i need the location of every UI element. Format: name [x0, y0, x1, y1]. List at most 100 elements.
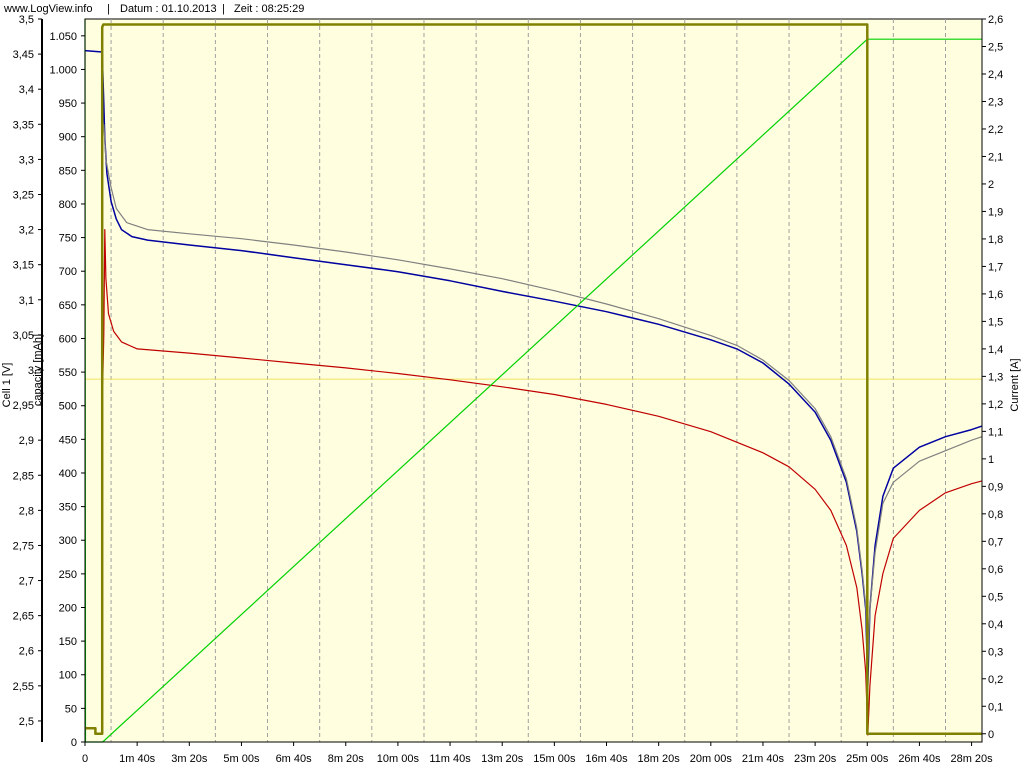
- x-tick-label: 6m 40s: [276, 753, 313, 765]
- right-current-tick-label: 0,4: [988, 619, 1003, 631]
- left-capacity-tick-label: 300: [59, 535, 77, 547]
- left-voltage-tick-label: 2,5: [19, 716, 34, 728]
- right-current-tick-label: 0,7: [988, 536, 1003, 548]
- x-tick-label: 23m 20s: [794, 753, 837, 765]
- right-current-tick-label: 1,3: [988, 371, 1003, 383]
- right-current-tick-label: 1,7: [988, 261, 1003, 273]
- right-current-tick-label: 0,2: [988, 674, 1003, 686]
- chart-header: www.LogView.info | Datum : 01.10.2013 | …: [3, 3, 304, 15]
- header-time: Zeit : 08:25:29: [234, 3, 304, 15]
- x-tick-label: 21m 40s: [742, 753, 785, 765]
- x-tick-label: 5m 00s: [223, 753, 260, 765]
- left-capacity-tick-label: 50: [65, 703, 77, 715]
- left-capacity-tick-label: 100: [59, 670, 77, 682]
- left-capacity-tick-label: 950: [59, 98, 77, 110]
- left-voltage-tick-label: 3,5: [19, 14, 34, 26]
- left-capacity-tick-label: 700: [59, 266, 77, 278]
- x-tick-label: 20m 00s: [690, 753, 733, 765]
- left-voltage-tick-label: 2,95: [13, 400, 34, 412]
- x-tick-label: 11m 40s: [429, 753, 471, 765]
- left-voltage-tick-label: 2,9: [19, 435, 34, 447]
- left-capacity-tick-label: 500: [59, 401, 77, 413]
- right-current-axis-title: Current [A]: [1009, 358, 1021, 411]
- right-current-tick-label: 2,3: [988, 96, 1003, 108]
- left-capacity-tick-label: 350: [59, 502, 77, 514]
- plot-area: [84, 18, 983, 743]
- right-current-tick-label: 1,6: [988, 289, 1003, 301]
- right-current-tick-label: 2,4: [988, 69, 1003, 81]
- left-voltage-tick-label: 2,6: [19, 646, 34, 658]
- header-separator-2: |: [222, 3, 225, 15]
- x-tick-label: 13m 20s: [481, 753, 524, 765]
- x-tick-label: 18m 20s: [638, 753, 681, 765]
- left-voltage-tick-label: 3,1: [19, 295, 34, 307]
- left-voltage-tick-label: 2,65: [13, 611, 34, 623]
- left-voltage-tick-label: 2,7: [19, 576, 34, 588]
- right-current-tick-label: 0,5: [988, 591, 1003, 603]
- left-voltage-tick-label: 3,2: [19, 225, 34, 237]
- left-capacity-tick-label: 450: [59, 434, 77, 446]
- left-voltage-tick-label: 3,05: [13, 330, 34, 342]
- left-capacity-tick-label: 150: [59, 636, 77, 648]
- left-capacity-tick-label: 400: [59, 468, 77, 480]
- x-tick-label: 3m 20s: [171, 753, 208, 765]
- left-capacity-tick-label: 850: [59, 165, 77, 177]
- right-current-tick-label: 0: [988, 729, 994, 741]
- left-capacity-tick-label: 200: [59, 602, 77, 614]
- logview-chart: www.LogView.info | Datum : 01.10.2013 | …: [0, 0, 1024, 768]
- left-capacity-tick-label: 650: [59, 300, 77, 312]
- x-tick-label: 26m 40s: [898, 753, 941, 765]
- x-tick-label: 8m 20s: [328, 753, 365, 765]
- x-tick-label: 10m 00s: [377, 753, 420, 765]
- left-voltage-tick-label: 3,25: [13, 189, 34, 201]
- left-voltage-tick-label: 2,55: [13, 681, 34, 693]
- right-current-tick-label: 1,5: [988, 316, 1003, 328]
- left-capacity-tick-label: 1.050: [49, 31, 77, 43]
- header-date: Datum : 01.10.2013: [120, 3, 217, 15]
- right-current-tick-label: 0,1: [988, 701, 1003, 713]
- right-current-tick-label: 2: [988, 179, 994, 191]
- left-voltage-tick-label: 3,45: [13, 49, 34, 61]
- x-tick-label: 15m 00s: [533, 753, 576, 765]
- chart-canvas: www.LogView.info | Datum : 01.10.2013 | …: [1, 3, 1021, 765]
- left-voltage-tick-label: 3,35: [13, 119, 34, 131]
- left-capacity-tick-label: 250: [59, 569, 77, 581]
- right-current-tick-label: 0,3: [988, 646, 1003, 658]
- header-separator-1: |: [107, 3, 110, 15]
- left-voltage-tick-label: 2,8: [19, 505, 34, 517]
- right-current-tick-label: 2,6: [988, 14, 1003, 26]
- x-tick-label: 25m 00s: [846, 753, 889, 765]
- left-capacity-tick-label: 600: [59, 333, 77, 345]
- x-tick-label: 16m 40s: [585, 753, 628, 765]
- right-current-tick-label: 0,6: [988, 564, 1003, 576]
- left-capacity-tick-label: 800: [59, 199, 77, 211]
- left-capacity-tick-label: 1.000: [49, 64, 77, 76]
- right-current-tick-label: 2,5: [988, 41, 1003, 53]
- right-current-tick-label: 1: [988, 454, 994, 466]
- left-voltage-tick-label: 3,15: [13, 260, 34, 272]
- right-current-tick-label: 2,1: [988, 151, 1003, 163]
- left-capacity-tick-label: 900: [59, 132, 77, 144]
- right-current-tick-label: 1,9: [988, 206, 1003, 218]
- right-current-tick-label: 1,4: [988, 344, 1003, 356]
- right-current-tick-label: 1,1: [988, 426, 1003, 438]
- left-voltage-tick-label: 3,3: [19, 154, 34, 166]
- left-capacity-tick-label: 550: [59, 367, 77, 379]
- header-site: www.LogView.info: [3, 3, 92, 15]
- left-voltage-axis-title: Cell 1 [V]: [1, 363, 13, 408]
- right-current-tick-label: 1,2: [988, 399, 1003, 411]
- right-current-tick-label: 1,8: [988, 234, 1003, 246]
- left-capacity-tick-label: 750: [59, 233, 77, 245]
- right-current-tick-label: 0,8: [988, 509, 1003, 521]
- x-tick-label: 28m 20s: [950, 753, 993, 765]
- right-current-tick-label: 0,9: [988, 481, 1003, 493]
- left-voltage-tick-label: 2,85: [13, 470, 34, 482]
- left-capacity-axis-title: capacity [mAh]: [32, 334, 44, 406]
- left-voltage-tick-label: 3,4: [19, 84, 34, 96]
- x-tick-label: 1m 40s: [119, 753, 156, 765]
- left-voltage-tick-label: 2,75: [13, 540, 34, 552]
- right-current-tick-label: 2,2: [988, 124, 1003, 136]
- plot-background: [84, 18, 983, 743]
- x-tick-label: 0: [82, 753, 88, 765]
- left-capacity-tick-label: 0: [71, 737, 77, 749]
